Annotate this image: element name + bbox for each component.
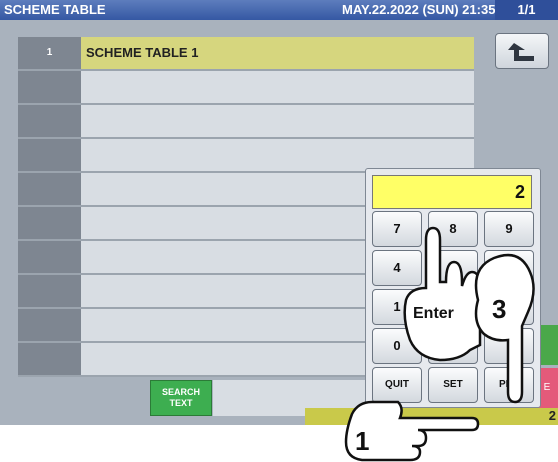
enter-callout: Enter [413,305,454,322]
step-3-callout: 3 [492,294,506,324]
pointing-hand-icon: 1 [344,400,480,462]
pointing-hand-icon: Enter [403,226,482,362]
pointing-hand-icon: 3 [474,253,535,404]
hand-callouts: Enter 3 1 [344,226,535,462]
step-1-callout: 1 [355,426,369,456]
